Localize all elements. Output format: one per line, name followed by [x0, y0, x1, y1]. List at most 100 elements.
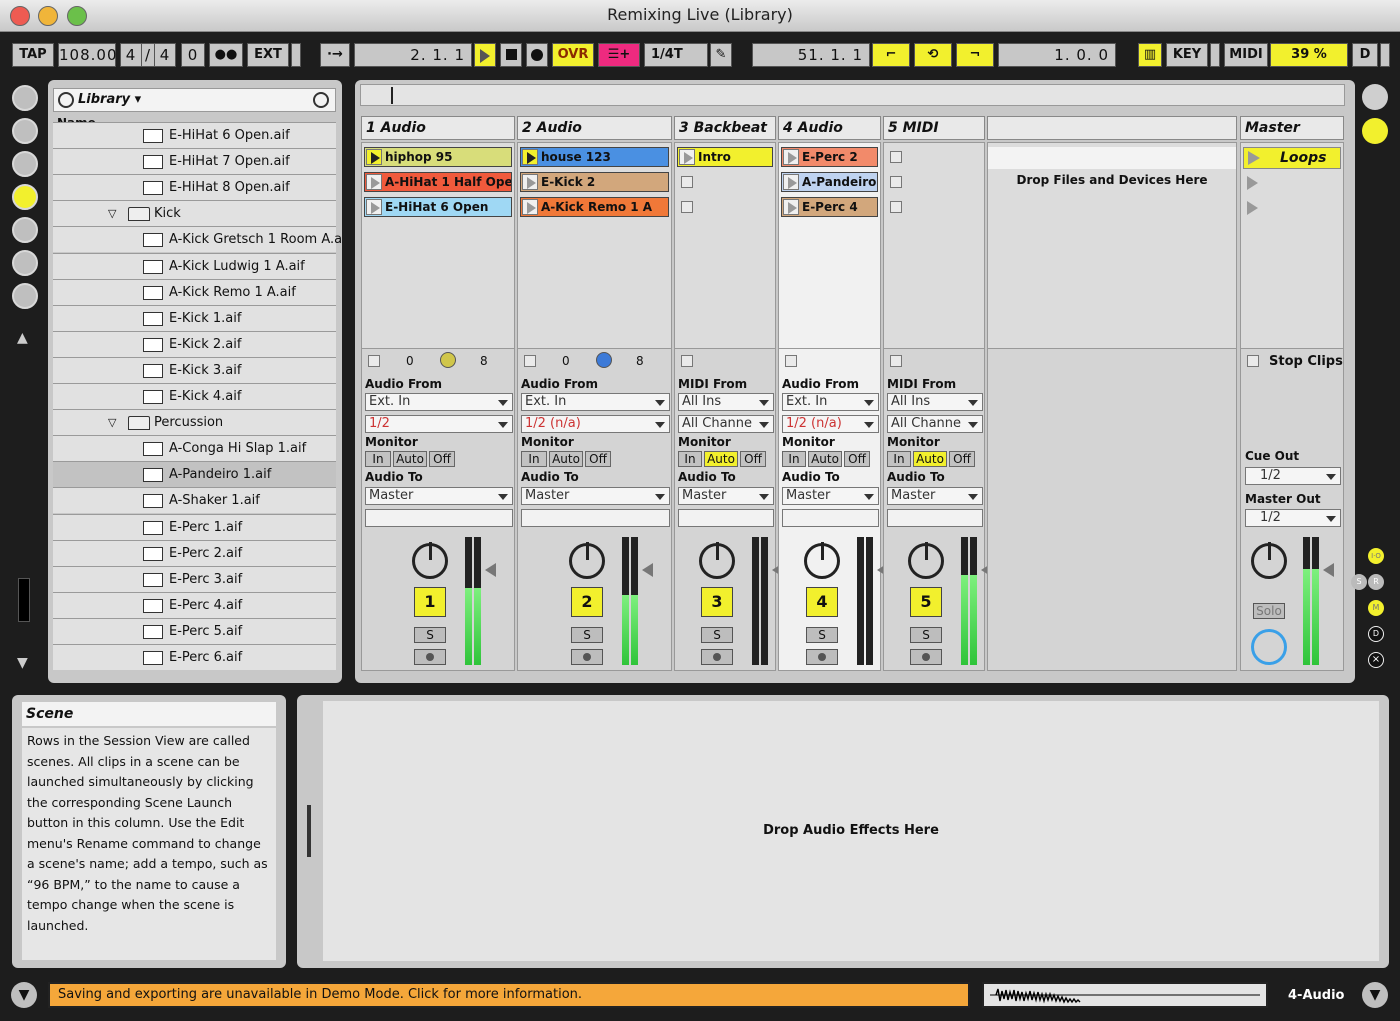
monitor-auto-button[interactable]: Auto	[393, 451, 427, 467]
monitor-off-button[interactable]: Off	[585, 451, 611, 467]
browser-file-row[interactable]: E-Perc 3.aif	[53, 565, 336, 592]
scroll-down-icon[interactable]: ▼	[17, 655, 28, 671]
track-header[interactable]: 3 Backbeat	[674, 116, 776, 140]
session-arrangement-toggle-icon[interactable]	[1362, 84, 1388, 110]
solo-button[interactable]: Solo	[1253, 603, 1285, 619]
drop-audio-effects-zone[interactable]: Drop Audio Effects Here	[323, 701, 1379, 961]
clip-launch-icon[interactable]	[783, 149, 799, 165]
track-header[interactable]: 1 Audio	[361, 116, 515, 140]
clip[interactable]: E-Kick 2	[520, 172, 669, 192]
browser-file-row[interactable]: A-Conga Hi Slap 1.aif	[53, 435, 336, 462]
hide-browser-icon[interactable]	[12, 85, 38, 111]
input-channel-select[interactable]: 1/2	[365, 415, 513, 433]
tap-button[interactable]: TAP	[12, 43, 54, 67]
stop-button[interactable]	[500, 43, 522, 67]
output-channel-field[interactable]	[365, 509, 513, 527]
solo-button[interactable]: S	[571, 627, 603, 643]
folder-disclosure-icon[interactable]: ▽	[108, 201, 116, 226]
browser-title[interactable]: Library ▾	[78, 92, 141, 107]
file-browser-1-icon[interactable]	[12, 184, 38, 210]
pan-knob[interactable]	[908, 542, 944, 579]
output-channel-field[interactable]	[678, 509, 774, 527]
delay-toggle[interactable]: D	[1368, 626, 1384, 642]
master-volume-arrow[interactable]	[1323, 563, 1334, 577]
punch-in-button[interactable]: ⌐	[872, 43, 910, 67]
track-header[interactable]: 5 MIDI	[883, 116, 985, 140]
clip[interactable]: house 123	[520, 147, 669, 167]
ext-sync-button[interactable]: EXT	[247, 43, 289, 67]
monitor-in-button[interactable]: In	[782, 451, 806, 467]
browser-file-row[interactable]: E-HiHat 6 Open.aif	[53, 122, 336, 148]
status-bar-message[interactable]: Saving and exporting are unavailable in …	[48, 982, 970, 1008]
plugin-browser-icon[interactable]	[12, 151, 38, 177]
clip-launch-icon[interactable]	[366, 174, 382, 190]
browser-file-row[interactable]: E-Kick 4.aif	[53, 383, 336, 409]
output-select[interactable]: Master	[365, 487, 513, 505]
track-header[interactable]: 4 Audio	[778, 116, 881, 140]
clip[interactable]: A-HiHat 1 Half Open	[364, 172, 512, 192]
scroll-up-icon[interactable]: ▲	[17, 330, 28, 346]
solo-button[interactable]: S	[806, 627, 838, 643]
browser-file-row[interactable]: E-HiHat 7 Open.aif	[53, 148, 336, 175]
loop-length-field[interactable]: 1. 0. 0	[998, 43, 1116, 67]
browser-file-row[interactable]: E-Kick 3.aif	[53, 356, 336, 383]
browser-file-row[interactable]: E-Perc 4.aif	[53, 591, 336, 618]
clip-launch-icon[interactable]	[522, 174, 538, 190]
solo-button[interactable]: S	[910, 627, 942, 643]
empty-clip-slot-stop-button[interactable]	[890, 201, 902, 213]
track-activator-button[interactable]: 4	[806, 587, 838, 617]
volume-arrow[interactable]	[485, 563, 496, 577]
track-activator-button[interactable]: 5	[910, 587, 942, 617]
empty-clip-slot-stop-button[interactable]	[890, 151, 902, 163]
scene-launch-loops[interactable]: Loops	[1243, 147, 1341, 169]
returns-toggle[interactable]: R	[1368, 574, 1384, 590]
output-select[interactable]: Master	[521, 487, 670, 505]
clip[interactable]: Intro	[677, 147, 773, 167]
browser-search-icon[interactable]	[313, 92, 329, 108]
clip[interactable]: A-Pandeiro	[781, 172, 878, 192]
cue-volume-knob[interactable]	[1251, 629, 1287, 665]
track-header[interactable]: 2 Audio	[517, 116, 672, 140]
clip[interactable]: hiphop 95	[364, 147, 512, 167]
input-type-select[interactable]: All Ins	[678, 393, 774, 411]
input-type-select[interactable]: Ext. In	[782, 393, 879, 411]
browser-file-row[interactable]: A-Kick Gretsch 1 Room A.aif	[53, 226, 342, 253]
master-out-select[interactable]: 1/2	[1245, 509, 1341, 527]
punch-out-button[interactable]: ¬	[956, 43, 994, 67]
loop-start-field[interactable]: 51. 1. 1	[752, 43, 870, 67]
monitor-in-button[interactable]: In	[887, 451, 911, 467]
input-channel-select[interactable]: 1/2 (n/a)	[782, 415, 879, 433]
arm-button-midi[interactable]	[701, 649, 733, 665]
key-map-button[interactable]: KEY	[1166, 43, 1208, 67]
pan-knob[interactable]	[699, 542, 735, 579]
clip[interactable]: A-Kick Remo 1 A	[520, 197, 669, 217]
overdub-button[interactable]: OVR	[552, 43, 594, 67]
signature-denominator[interactable]: 4	[154, 43, 176, 67]
output-channel-field[interactable]	[782, 509, 879, 527]
browser-file-row[interactable]: E-Kick 2.aif	[53, 330, 336, 357]
monitor-in-button[interactable]: In	[678, 451, 702, 467]
file-browser-3-icon[interactable]	[12, 250, 38, 276]
detail-splitter[interactable]	[307, 805, 311, 857]
arrangement-position[interactable]: 2. 1. 1	[354, 43, 472, 67]
record-button[interactable]	[526, 43, 548, 67]
metronome-count[interactable]: 0	[181, 43, 205, 67]
send-knob[interactable]	[596, 352, 612, 368]
track-stop-button[interactable]	[681, 355, 693, 367]
play-button[interactable]	[474, 43, 496, 67]
mixer-toggle[interactable]: M	[1368, 600, 1384, 616]
io-toggle[interactable]: I·O	[1368, 548, 1384, 564]
pan-knob[interactable]	[412, 542, 448, 579]
output-channel-field[interactable]	[887, 509, 983, 527]
clip-launch-icon[interactable]	[783, 174, 799, 190]
clip-launch-icon[interactable]	[366, 199, 382, 215]
input-channel-select[interactable]: All Channe	[678, 415, 774, 433]
output-select[interactable]: Master	[887, 487, 983, 505]
overview-bar[interactable]	[360, 84, 1345, 106]
output-select[interactable]: Master	[678, 487, 774, 505]
clip-launch-icon[interactable]	[522, 199, 538, 215]
clip[interactable]: E-Perc 2	[781, 147, 878, 167]
scene-launch-2[interactable]	[1247, 176, 1258, 190]
midi-map-button[interactable]: MIDI	[1224, 43, 1268, 67]
crossfader-toggle-icon[interactable]: ×	[1368, 652, 1384, 668]
